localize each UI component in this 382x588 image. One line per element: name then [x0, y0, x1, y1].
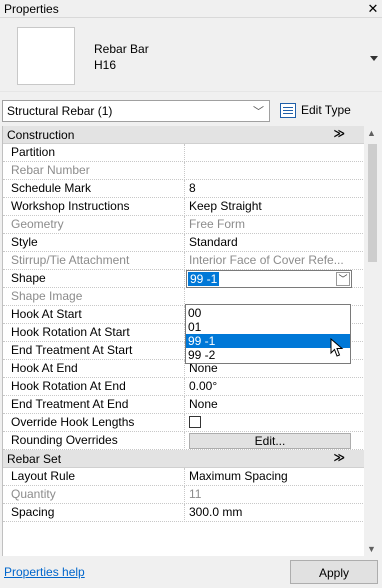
row-partition[interactable]: Partition — [3, 144, 364, 162]
property-value[interactable]: 0.00° — [186, 378, 352, 396]
collapse-icon[interactable]: ≫ — [333, 451, 345, 464]
property-value[interactable]: Keep Straight — [186, 198, 352, 216]
property-value[interactable]: Standard — [186, 234, 352, 252]
row-stirrup-tie-attachment: Stirrup/Tie Attachment Interior Face of … — [3, 252, 364, 270]
shape-option[interactable]: 01 — [186, 320, 350, 334]
property-name: Hook Rotation At End — [3, 378, 185, 396]
property-name: Rebar Number — [3, 162, 185, 180]
row-shape[interactable]: Shape 99 -1 ﹀ — [3, 270, 364, 288]
property-name: End Treatment At Start — [3, 342, 185, 360]
override-hook-lengths-checkbox[interactable] — [189, 416, 201, 428]
properties-help-link[interactable]: Properties help — [4, 565, 85, 579]
property-name: Schedule Mark — [3, 180, 185, 198]
property-value[interactable]: None — [186, 396, 352, 414]
type-family-label: Rebar Bar — [94, 42, 149, 56]
scrollbar-thumb[interactable] — [368, 144, 377, 262]
shape-option[interactable]: 00 — [186, 306, 350, 320]
property-value[interactable]: 8 — [186, 180, 352, 198]
group-rebar-set[interactable]: Rebar Set ≫ — [3, 450, 364, 468]
property-name: Spacing — [3, 504, 185, 522]
type-selector-dropdown-icon[interactable] — [370, 56, 378, 61]
shape-dropdown-list[interactable]: 00 01 99 -1 99 -2 — [185, 304, 351, 364]
filter-row: Structural Rebar (1) ﹀ Edit Type — [0, 100, 382, 124]
row-style[interactable]: Style Standard — [3, 234, 364, 252]
property-value — [186, 162, 352, 180]
chevron-down-icon: ﹀ — [253, 106, 264, 118]
row-rebar-number: Rebar Number — [3, 162, 364, 180]
type-selector[interactable]: Rebar Bar H16 — [0, 18, 382, 92]
property-name: Layout Rule — [3, 468, 185, 486]
property-name: Quantity — [3, 486, 185, 504]
property-name: Partition — [3, 144, 185, 162]
type-name-label: H16 — [94, 58, 117, 72]
property-name: End Treatment At End — [3, 396, 185, 414]
properties-footer: Properties help Apply — [0, 558, 382, 588]
apply-button[interactable]: Apply — [290, 560, 378, 584]
element-filter-value: Structural Rebar (1) — [7, 104, 113, 118]
mouse-cursor-icon — [330, 338, 344, 357]
property-name: Style — [3, 234, 185, 252]
row-layout-rule[interactable]: Layout Rule Maximum Spacing — [3, 468, 364, 486]
property-name: Shape — [3, 270, 185, 288]
group-label: Construction — [7, 128, 75, 142]
row-quantity: Quantity 11 — [3, 486, 364, 504]
row-rounding-overrides[interactable]: Rounding Overrides Edit... — [3, 432, 364, 450]
property-name: Stirrup/Tie Attachment — [3, 252, 185, 270]
property-name: Hook At Start — [3, 306, 185, 324]
property-name: Workshop Instructions — [3, 198, 185, 216]
edit-type-button[interactable]: Edit Type — [276, 100, 380, 122]
shape-dropdown[interactable]: 99 -1 ﹀ — [186, 270, 352, 288]
edit-type-label: Edit Type — [301, 103, 351, 117]
property-value[interactable] — [186, 144, 352, 162]
row-spacing[interactable]: Spacing 300.0 mm — [3, 504, 364, 522]
property-value[interactable]: 300.0 mm — [186, 504, 352, 522]
group-label: Rebar Set — [7, 452, 62, 466]
property-name: Geometry — [3, 216, 185, 234]
type-preview-thumbnail — [17, 27, 75, 85]
scroll-down-icon[interactable]: ▼ — [367, 544, 376, 554]
row-schedule-mark[interactable]: Schedule Mark 8 — [3, 180, 364, 198]
shape-option-highlighted[interactable]: 99 -1 — [186, 334, 350, 348]
property-name: Hook At End — [3, 360, 185, 378]
shape-option[interactable]: 99 -2 — [186, 348, 350, 362]
row-end-treatment-at-end[interactable]: End Treatment At End None — [3, 396, 364, 414]
property-name: Shape Image — [3, 288, 185, 306]
property-name: Override Hook Lengths — [3, 414, 185, 432]
chevron-down-icon[interactable]: ﹀ — [336, 272, 350, 286]
element-filter-dropdown[interactable]: Structural Rebar (1) ﹀ — [2, 100, 270, 122]
property-name: Hook Rotation At Start — [3, 324, 185, 342]
vertical-scrollbar[interactable]: ▲ ▼ — [364, 126, 380, 556]
row-hook-rotation-at-end[interactable]: Hook Rotation At End 0.00° — [3, 378, 364, 396]
edit-type-icon — [280, 103, 296, 118]
window-title: Properties — [4, 2, 59, 16]
row-geometry: Geometry Free Form — [3, 216, 364, 234]
property-value: Interior Face of Cover Refe... — [189, 253, 344, 267]
scroll-up-icon[interactable]: ▲ — [367, 128, 376, 138]
row-workshop-instructions[interactable]: Workshop Instructions Keep Straight — [3, 198, 364, 216]
property-value[interactable]: Maximum Spacing — [186, 468, 352, 486]
close-icon[interactable]: ✕ — [366, 1, 380, 17]
collapse-icon[interactable]: ≫ — [333, 127, 345, 140]
property-value: 11 — [189, 487, 202, 501]
properties-titlebar: Properties ✕ — [0, 0, 382, 18]
property-name: Rounding Overrides — [3, 432, 185, 450]
shape-selected-value: 99 -1 — [188, 272, 220, 286]
rounding-overrides-edit-button[interactable]: Edit... — [189, 433, 351, 449]
group-construction[interactable]: Construction ≫ — [3, 126, 364, 144]
row-override-hook-lengths[interactable]: Override Hook Lengths — [3, 414, 364, 432]
property-value: Free Form — [189, 217, 246, 231]
